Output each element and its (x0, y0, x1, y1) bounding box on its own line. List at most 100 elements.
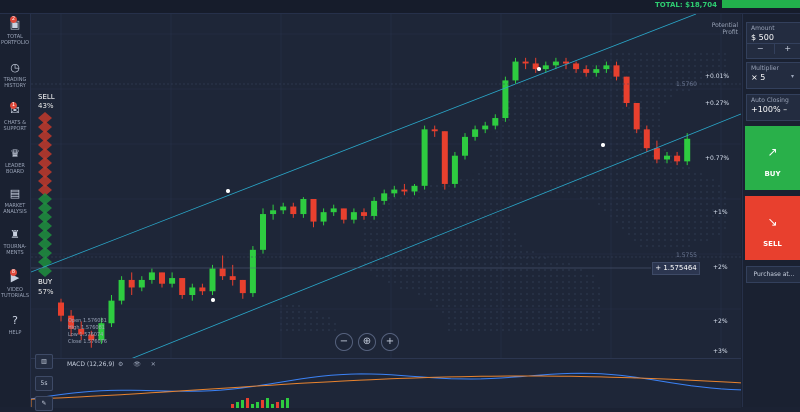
map-dot (520, 179, 522, 181)
map-dot (688, 71, 690, 73)
map-dot (622, 167, 624, 169)
map-dot (634, 191, 636, 193)
map-dot (526, 263, 528, 265)
map-dot (694, 227, 696, 229)
map-dot (658, 107, 660, 109)
sidebar-item-chats-support[interactable]: ✉1CHATS & SUPPORT (0, 104, 30, 132)
map-dot (556, 161, 558, 163)
map-dot (490, 275, 492, 277)
map-dot (496, 221, 498, 223)
zoom-in-button[interactable]: + (381, 333, 399, 351)
map-dot (526, 251, 528, 253)
map-dot (532, 89, 534, 91)
map-dot (640, 95, 642, 97)
map-dot (472, 281, 474, 283)
map-dot (532, 113, 534, 115)
map-dot (412, 233, 414, 235)
map-dot (490, 323, 492, 325)
map-dot (454, 215, 456, 217)
sidebar-item-tourna-ments[interactable]: ♜TOURNA-MENTS (0, 228, 30, 256)
map-dot (478, 269, 480, 271)
map-dot (592, 317, 594, 319)
chart-type-button[interactable]: ▥ (35, 354, 53, 369)
map-dot (562, 191, 564, 193)
map-dot (580, 269, 582, 271)
map-dot (532, 251, 534, 253)
map-dot (496, 167, 498, 169)
zoom-reset-button[interactable]: ⊕ (358, 333, 376, 351)
sidebar-item-market-analysis[interactable]: ▤MARKET ANALYSIS (0, 187, 30, 215)
map-dot (520, 113, 522, 115)
map-dot (664, 191, 666, 193)
map-dot (376, 245, 378, 247)
deposit-button[interactable] (722, 0, 800, 8)
map-dot (628, 119, 630, 121)
map-dot (316, 329, 318, 331)
map-dot (688, 221, 690, 223)
map-dot (724, 221, 726, 223)
buy-button[interactable]: ↗ BUY (745, 126, 800, 190)
map-dot (538, 131, 540, 133)
map-dot (706, 239, 708, 241)
candle (189, 287, 195, 295)
amount-input[interactable]: $ 500 (747, 32, 800, 43)
map-dot (382, 275, 384, 277)
chevron-down-icon[interactable]: ▾ (791, 73, 794, 80)
candle (179, 278, 185, 295)
map-dot (526, 329, 528, 331)
sidebar-item-total-portfolio[interactable]: ▣2TOTAL PORTFOLIO (0, 18, 30, 46)
map-dot (712, 227, 714, 229)
map-dot (580, 131, 582, 133)
amount-box[interactable]: Amount $ 500 − + (746, 22, 800, 59)
map-dot (508, 215, 510, 217)
macd-controls[interactable]: ⚙ 👁 ✕ (118, 361, 160, 368)
amount-increase-button[interactable]: + (775, 44, 800, 54)
map-dot (616, 191, 618, 193)
map-dot (430, 275, 432, 277)
map-dot (556, 275, 558, 277)
map-dot (454, 203, 456, 205)
map-dot (466, 317, 468, 319)
map-dot (646, 179, 648, 181)
sidebar-item-leader-board[interactable]: ♛LEADER BOARD (0, 147, 30, 175)
drawing-tools-button[interactable]: ✎ (35, 396, 53, 411)
purchase-at-button[interactable]: Purchase at... (746, 266, 800, 283)
map-dot (436, 185, 438, 187)
multiplier-box[interactable]: Multiplier × 5▾ (746, 62, 800, 89)
amount-title: Amount (747, 23, 800, 32)
sell-sentiment-value: 43% (38, 102, 54, 110)
map-dot (412, 263, 414, 265)
map-dot (514, 323, 516, 325)
map-dot (526, 275, 528, 277)
auto-closing-box[interactable]: Auto Closing +100% – (746, 94, 800, 121)
map-dot (496, 173, 498, 175)
amount-decrease-button[interactable]: − (747, 44, 775, 54)
map-dot (718, 203, 720, 205)
map-dot (364, 245, 366, 247)
map-dot (412, 227, 414, 229)
map-dot (682, 65, 684, 67)
candle (129, 280, 135, 288)
sidebar-item-trading-history[interactable]: ◷TRADING HISTORY (0, 61, 30, 89)
sell-button[interactable]: ↘ SELL (745, 196, 800, 260)
map-dot (454, 191, 456, 193)
map-dot (508, 119, 510, 121)
map-dot (496, 263, 498, 265)
map-dot (562, 179, 564, 181)
map-dot (544, 275, 546, 277)
map-dot (622, 59, 624, 61)
time-interval-button[interactable]: 5s (35, 376, 53, 391)
map-dot (496, 293, 498, 295)
map-dot (676, 179, 678, 181)
sidebar-item-help[interactable]: ?HELP (0, 314, 30, 336)
sidebar-item-video-tutorials[interactable]: ▶8VIDEO TUTORIALS (0, 271, 30, 299)
map-dot (562, 263, 564, 265)
map-dot (580, 329, 582, 331)
map-dot (634, 239, 636, 241)
map-dot (562, 329, 564, 331)
candle (270, 210, 276, 214)
map-dot (658, 227, 660, 229)
map-dot (490, 215, 492, 217)
map-dot (466, 269, 468, 271)
zoom-out-button[interactable]: − (335, 333, 353, 351)
